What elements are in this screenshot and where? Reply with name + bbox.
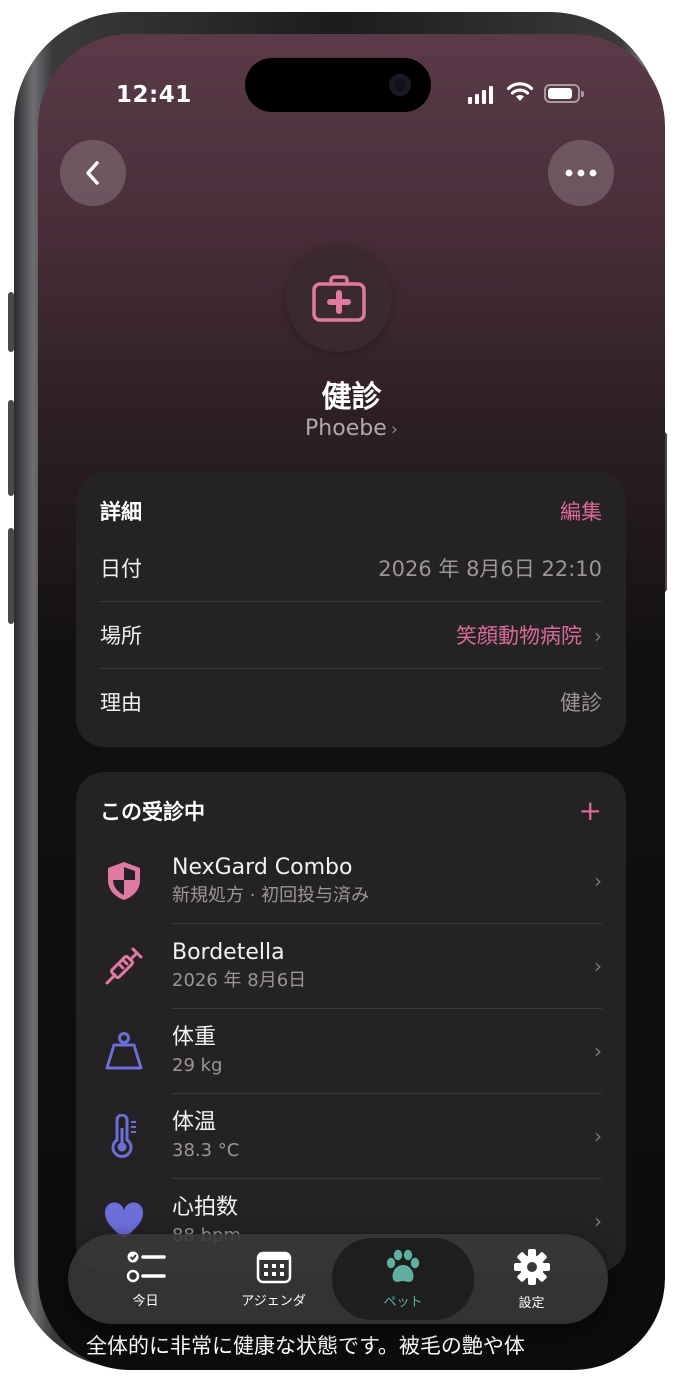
battery-icon — [544, 84, 584, 103]
wifi-icon — [506, 82, 534, 101]
calendar-icon — [256, 1251, 291, 1283]
list-item[interactable]: Bordetella 2026 年 8月6日 › — [100, 923, 602, 1008]
date-value: 2026 年 8月6日 22:10 — [378, 556, 602, 581]
back-button[interactable] — [60, 140, 126, 206]
tab-today[interactable]: 今日 — [78, 1234, 213, 1324]
weight-icon — [100, 1027, 148, 1075]
item-title: 体温 — [172, 1109, 217, 1135]
item-subtitle: 29 kg — [172, 1054, 223, 1076]
first-aid-kit-icon — [312, 275, 366, 322]
tab-label: 設定 — [518, 1295, 545, 1311]
tab-settings[interactable]: 設定 — [464, 1234, 599, 1324]
page-title: 健診 — [321, 380, 382, 415]
tab-label: アジェンダ — [241, 1293, 306, 1309]
list-item[interactable]: NexGard Combo 新規処方 · 初回投与済み › — [100, 838, 602, 923]
reason-label: 理由 — [100, 691, 142, 715]
status-bar: 12:41 — [38, 34, 665, 144]
item-title: 心拍数 — [172, 1194, 239, 1220]
item-title: NexGard Combo — [172, 854, 353, 880]
item-subtitle: 2026 年 8月6日 — [172, 969, 307, 991]
screen: 12:41 健診 Phoebe › 詳細 編集 日付 2026 年 8月6日 2… — [38, 34, 665, 1370]
pet-name: Phoebe — [305, 416, 387, 441]
chevron-right-icon: › — [594, 953, 602, 978]
chevron-right-icon: › — [594, 1208, 602, 1233]
chevron-right-icon: › — [594, 624, 602, 648]
chevron-right-icon: › — [390, 419, 398, 440]
tab-label: ペット — [383, 1294, 423, 1310]
item-subtitle: 38.3 °C — [172, 1139, 240, 1161]
cellular-signal-icon — [468, 86, 493, 104]
shield-icon — [100, 857, 148, 905]
notes-preview: 全体的に非常に健康な状態です。被毛の艶や体 — [86, 1334, 525, 1358]
item-title: Bordetella — [172, 939, 285, 965]
details-card: 詳細 編集 日付 2026 年 8月6日 22:10 場所 笑顔動物病院 › 理由… — [76, 472, 626, 747]
tab-bar: 今日 アジェンダ ペット 設定 — [68, 1234, 608, 1324]
tab-pets[interactable]: ペット — [332, 1238, 474, 1320]
gear-icon — [513, 1248, 550, 1285]
chevron-left-icon — [86, 161, 99, 185]
item-subtitle: 新規処方 · 初回投与済み — [172, 884, 370, 906]
chevron-right-icon: › — [594, 1123, 602, 1148]
list-item[interactable]: 体重 29 kg › — [100, 1008, 602, 1093]
thermometer-icon — [100, 1112, 148, 1160]
volume-down-button — [8, 528, 14, 624]
list-item[interactable]: 体温 38.3 °C › — [100, 1093, 602, 1178]
checklist-icon — [126, 1251, 166, 1282]
location-row[interactable]: 場所 笑顔動物病院 › — [100, 601, 602, 668]
reason-row: 理由 健診 — [100, 668, 602, 735]
visit-title: この受診中 — [100, 800, 205, 824]
location-value: 笑顔動物病院 — [456, 624, 582, 648]
tab-label: 今日 — [132, 1293, 159, 1309]
volume-up-button — [8, 400, 14, 496]
chevron-right-icon: › — [594, 1038, 602, 1063]
tab-agenda[interactable]: アジェンダ — [206, 1234, 341, 1324]
location-label: 場所 — [100, 624, 142, 648]
paw-icon — [386, 1249, 420, 1282]
item-title: 体重 — [172, 1024, 217, 1050]
silent-switch — [8, 292, 14, 352]
pet-link[interactable]: Phoebe › — [38, 416, 665, 441]
visit-card: この受診中 + NexGard Combo 新規処方 · 初回投与済み › Bo… — [76, 772, 626, 1272]
date-row: 日付 2026 年 8月6日 22:10 — [100, 534, 602, 601]
details-title: 詳細 — [100, 500, 142, 524]
add-button[interactable]: + — [579, 797, 602, 825]
dynamic-island — [245, 58, 431, 112]
status-time: 12:41 — [116, 82, 192, 108]
syringe-icon — [100, 942, 148, 990]
ellipsis-icon — [565, 169, 597, 177]
reason-value: 健診 — [560, 691, 602, 715]
phone-frame: 12:41 健診 Phoebe › 詳細 編集 日付 2026 年 8月6日 2… — [8, 12, 667, 1370]
more-button[interactable] — [548, 140, 614, 206]
hero-icon-circle — [286, 246, 392, 352]
edit-button[interactable]: 編集 — [560, 496, 602, 526]
chevron-right-icon: › — [594, 868, 602, 893]
date-label: 日付 — [100, 556, 142, 581]
camera-icon — [389, 74, 411, 96]
